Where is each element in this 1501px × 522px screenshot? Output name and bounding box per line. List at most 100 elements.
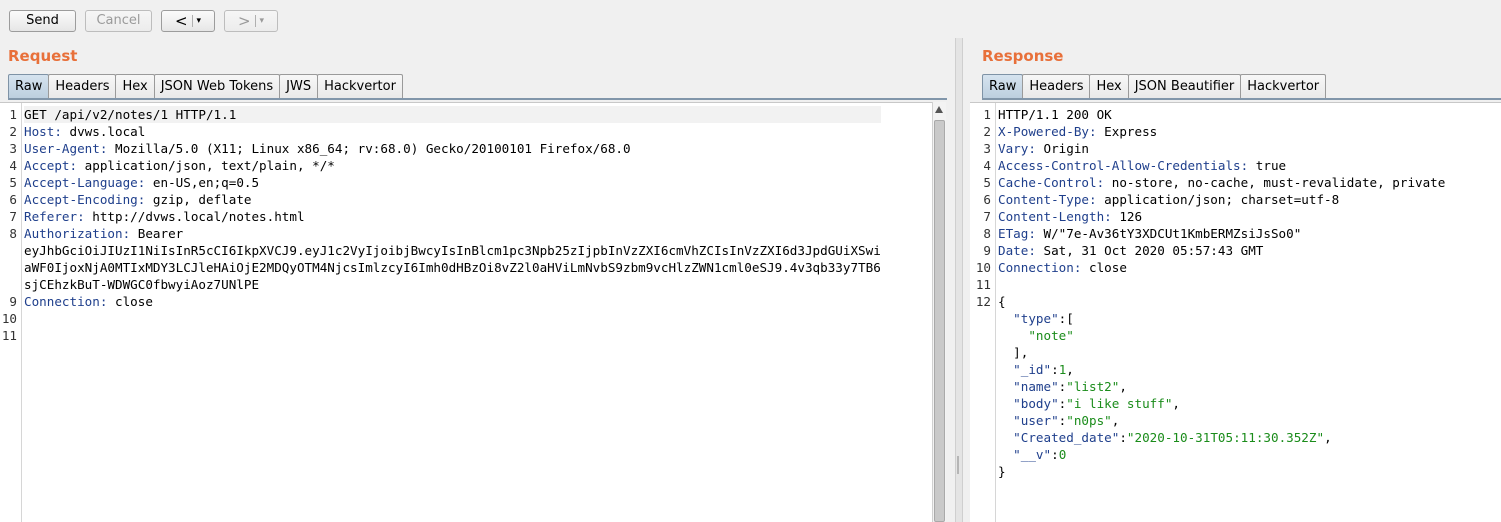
response-tab-headers[interactable]: Headers <box>1022 74 1091 98</box>
header-value: dvws.local <box>61 124 146 139</box>
header-name: Access-Control-Allow-Credentials: <box>998 158 1249 173</box>
request-line: 8 Authorization: Bearer <box>9 225 881 242</box>
cancel-button[interactable]: Cancel <box>85 10 152 32</box>
json-line: "note" <box>998 327 1445 344</box>
header-name: Connection: <box>998 260 1082 275</box>
request-code[interactable]: 1 GET /api/v2/notes/1 HTTP/1.1 2 Host: dvws… <box>2 106 881 344</box>
json-value: 0 <box>1058 447 1067 462</box>
forward-dropdown-icon[interactable]: ▾ <box>260 11 265 31</box>
header-value: Origin <box>1035 141 1090 156</box>
header-value: eyJhbGciOiJIUzI1NiIsInR5cCI6IkpXVCJ9.eyJ… <box>24 243 881 258</box>
line-number: 1 <box>983 107 991 122</box>
json-line: "user":"n0ps", <box>998 412 1445 429</box>
line-number: 4 <box>983 158 991 173</box>
request-line: eyJhbGciOiJIUzI1NiIsInR5cCI6IkpXVCJ9.eyJ… <box>24 242 881 259</box>
back-button[interactable]: < ▾ <box>161 10 215 32</box>
line-number: 2 <box>9 124 17 139</box>
line-number: 11 <box>1 328 17 343</box>
request-line: 7 Referer: http://dvws.local/notes.html <box>9 208 881 225</box>
header-value: en-US,en;q=0.5 <box>145 175 260 190</box>
json-punctuation: , <box>1119 379 1127 394</box>
header-value: 126 <box>1111 209 1143 224</box>
json-value: "list2" <box>1066 379 1120 394</box>
json-separator: : <box>1119 430 1127 445</box>
json-key: "body" <box>1013 396 1059 411</box>
request-tab-json-web-tokens[interactable]: JSON Web Tokens <box>153 74 281 98</box>
line-number: 6 <box>983 192 991 207</box>
header-name: Content-Length: <box>998 209 1112 224</box>
request-title: Request <box>8 47 78 65</box>
header-name: Vary: <box>998 141 1036 156</box>
json-punctuation: } <box>998 464 1006 479</box>
back-dropdown-icon[interactable]: ▾ <box>197 11 202 31</box>
header-name: Host: <box>24 124 62 139</box>
request-editor[interactable]: 1 GET /api/v2/notes/1 HTTP/1.1 2 Host: dvws… <box>0 102 932 522</box>
request-tab-jws[interactable]: JWS <box>279 74 319 98</box>
request-scrollbar[interactable] <box>932 102 946 522</box>
response-tab-hex[interactable]: Hex <box>1089 74 1129 98</box>
forward-button[interactable]: > ▾ <box>224 10 278 32</box>
request-tab-hackvertor[interactable]: Hackvertor <box>317 74 403 98</box>
line-number: 1 <box>9 107 17 122</box>
request-line: 2 Host: dvws.local <box>9 123 881 140</box>
header-value: Express <box>1096 124 1158 139</box>
send-button[interactable]: Send <box>9 10 76 32</box>
json-punctuation: , <box>1066 362 1074 377</box>
line-number: 7 <box>9 209 17 224</box>
line-number: 4 <box>9 158 17 173</box>
json-line: 12 { <box>976 293 1445 310</box>
line-number: 7 <box>983 209 991 224</box>
json-line: "__v":0 <box>998 446 1445 463</box>
response-tab-hackvertor[interactable]: Hackvertor <box>1240 74 1327 98</box>
pane-splitter[interactable] <box>955 38 963 522</box>
response-line: 11 <box>976 276 1445 293</box>
back-arrow-icon: < <box>174 12 188 30</box>
line-number: 9 <box>9 294 17 309</box>
header-name: X-Powered-By: <box>998 124 1097 139</box>
header-name: Referer: <box>24 209 85 224</box>
request-line: 6 Accept-Encoding: gzip, deflate <box>9 191 881 208</box>
request-tab-raw[interactable]: Raw <box>8 74 50 98</box>
request-tab-hex[interactable]: Hex <box>115 74 155 98</box>
json-separator: : <box>1051 447 1059 462</box>
request-line: 5 Accept-Language: en-US,en;q=0.5 <box>9 174 881 191</box>
response-tab-json-beautifier[interactable]: JSON Beautifier <box>1127 74 1242 98</box>
json-punctuation: { <box>998 294 1006 309</box>
json-value: "note" <box>1028 328 1074 343</box>
json-separator: : <box>1051 362 1059 377</box>
header-value: close <box>1081 260 1127 275</box>
json-punctuation: , <box>1324 430 1332 445</box>
request-tab-headers[interactable]: Headers <box>48 74 117 98</box>
line-number: 5 <box>983 175 991 190</box>
request-scroll-thumb[interactable] <box>934 120 945 522</box>
request-line: 11 <box>2 327 881 344</box>
line-number: 8 <box>9 226 17 241</box>
button-separator <box>191 15 193 27</box>
json-punctuation: , <box>1172 396 1181 411</box>
request-line: 10 <box>2 310 881 327</box>
send-button-label: Send <box>26 13 59 28</box>
splitter-grip-icon[interactable] <box>957 456 959 474</box>
response-code[interactable]: 1 HTTP/1.1 200 OK 2 X-Powered-By: Express 3 V… <box>976 106 1446 480</box>
line-number: 8 <box>983 226 991 241</box>
response-line: 5 Cache-Control: no-store, no-cache, must… <box>983 174 1445 191</box>
json-key: "_id" <box>1013 362 1052 377</box>
header-value: Sat, 31 Oct 2020 05:57:43 GMT <box>1035 243 1264 258</box>
json-value: "n0ps" <box>1066 413 1112 428</box>
response-tab-raw[interactable]: Raw <box>982 74 1024 98</box>
header-value: Mozilla/5.0 (X11; Linux x86_64; rv:68.0)… <box>107 141 631 156</box>
json-key: "type" <box>1013 311 1059 326</box>
response-line: 7 Content-Length: 126 <box>983 208 1445 225</box>
json-line: "_id":1, <box>998 361 1445 378</box>
header-value: sjCEhzkBuT-WDWGC0fbwyiAoz7UNlPE <box>24 277 260 292</box>
request-line: sjCEhzkBuT-WDWGC0fbwyiAoz7UNlPE <box>24 276 881 293</box>
response-editor[interactable]: 1 HTTP/1.1 200 OK 2 X-Powered-By: Express 3 V… <box>970 102 1501 522</box>
response-line: 3 Vary: Origin <box>983 140 1445 157</box>
json-line: } <box>998 463 1445 480</box>
scroll-up-icon[interactable] <box>935 106 943 113</box>
header-name: Connection: <box>24 294 108 309</box>
